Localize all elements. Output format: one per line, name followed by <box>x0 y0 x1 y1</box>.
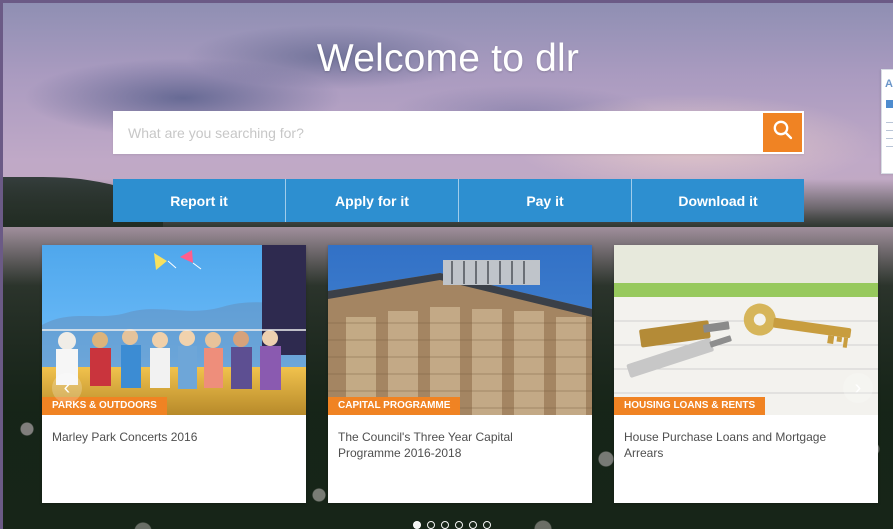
side-widget-letter: A <box>885 78 893 90</box>
report-it-button[interactable]: Report it <box>113 179 286 222</box>
download-it-button[interactable]: Download it <box>632 179 804 222</box>
card-title: The Council's Three Year Capital Program… <box>338 430 513 460</box>
carousel-next-button[interactable]: › <box>843 373 873 403</box>
carousel-prev-button[interactable]: ‹ <box>52 373 82 403</box>
carousel-dot-4[interactable] <box>455 521 463 529</box>
card-category-tag: HOUSING LOANS & RENTS <box>614 397 766 415</box>
apply-for-it-button[interactable]: Apply for it <box>286 179 459 222</box>
page-frame: Welcome to dlr Report it Apply for it Pa… <box>0 0 893 529</box>
carousel-pagination <box>413 521 491 529</box>
search-input[interactable] <box>113 111 764 154</box>
side-widget[interactable]: A <box>881 69 893 174</box>
carousel-dot-5[interactable] <box>469 521 477 529</box>
news-card-housing-loans[interactable]: HOUSING LOANS & RENTS House Purchase Loa… <box>614 245 878 503</box>
pay-it-button[interactable]: Pay it <box>459 179 632 222</box>
chevron-left-icon: ‹ <box>63 376 71 399</box>
card-category-tag: CAPITAL PROGRAMME <box>328 397 461 415</box>
search-bar <box>113 111 804 154</box>
carousel-dot-1[interactable] <box>413 521 421 529</box>
news-card-marley-park[interactable]: PARKS & OUTDOORS Marley Park Concerts 20… <box>42 245 306 503</box>
keys-image <box>614 245 878 415</box>
search-icon <box>772 119 794 146</box>
chevron-right-icon: › <box>854 376 862 399</box>
carousel-dot-2[interactable] <box>427 521 435 529</box>
carousel-dot-6[interactable] <box>483 521 491 529</box>
card-title: Marley Park Concerts 2016 <box>52 430 198 444</box>
carousel-dot-3[interactable] <box>441 521 449 529</box>
side-widget-lines <box>886 122 893 152</box>
side-widget-box <box>886 100 893 108</box>
card-title: House Purchase Loans and Mortgage Arrear… <box>624 430 827 460</box>
building-image <box>328 245 592 415</box>
quick-actions-bar: Report it Apply for it Pay it Download i… <box>113 179 804 222</box>
search-button[interactable] <box>763 113 802 152</box>
page-title: Welcome to dlr <box>316 37 580 80</box>
news-card-capital-programme[interactable]: CAPITAL PROGRAMME The Council's Three Ye… <box>328 245 592 503</box>
